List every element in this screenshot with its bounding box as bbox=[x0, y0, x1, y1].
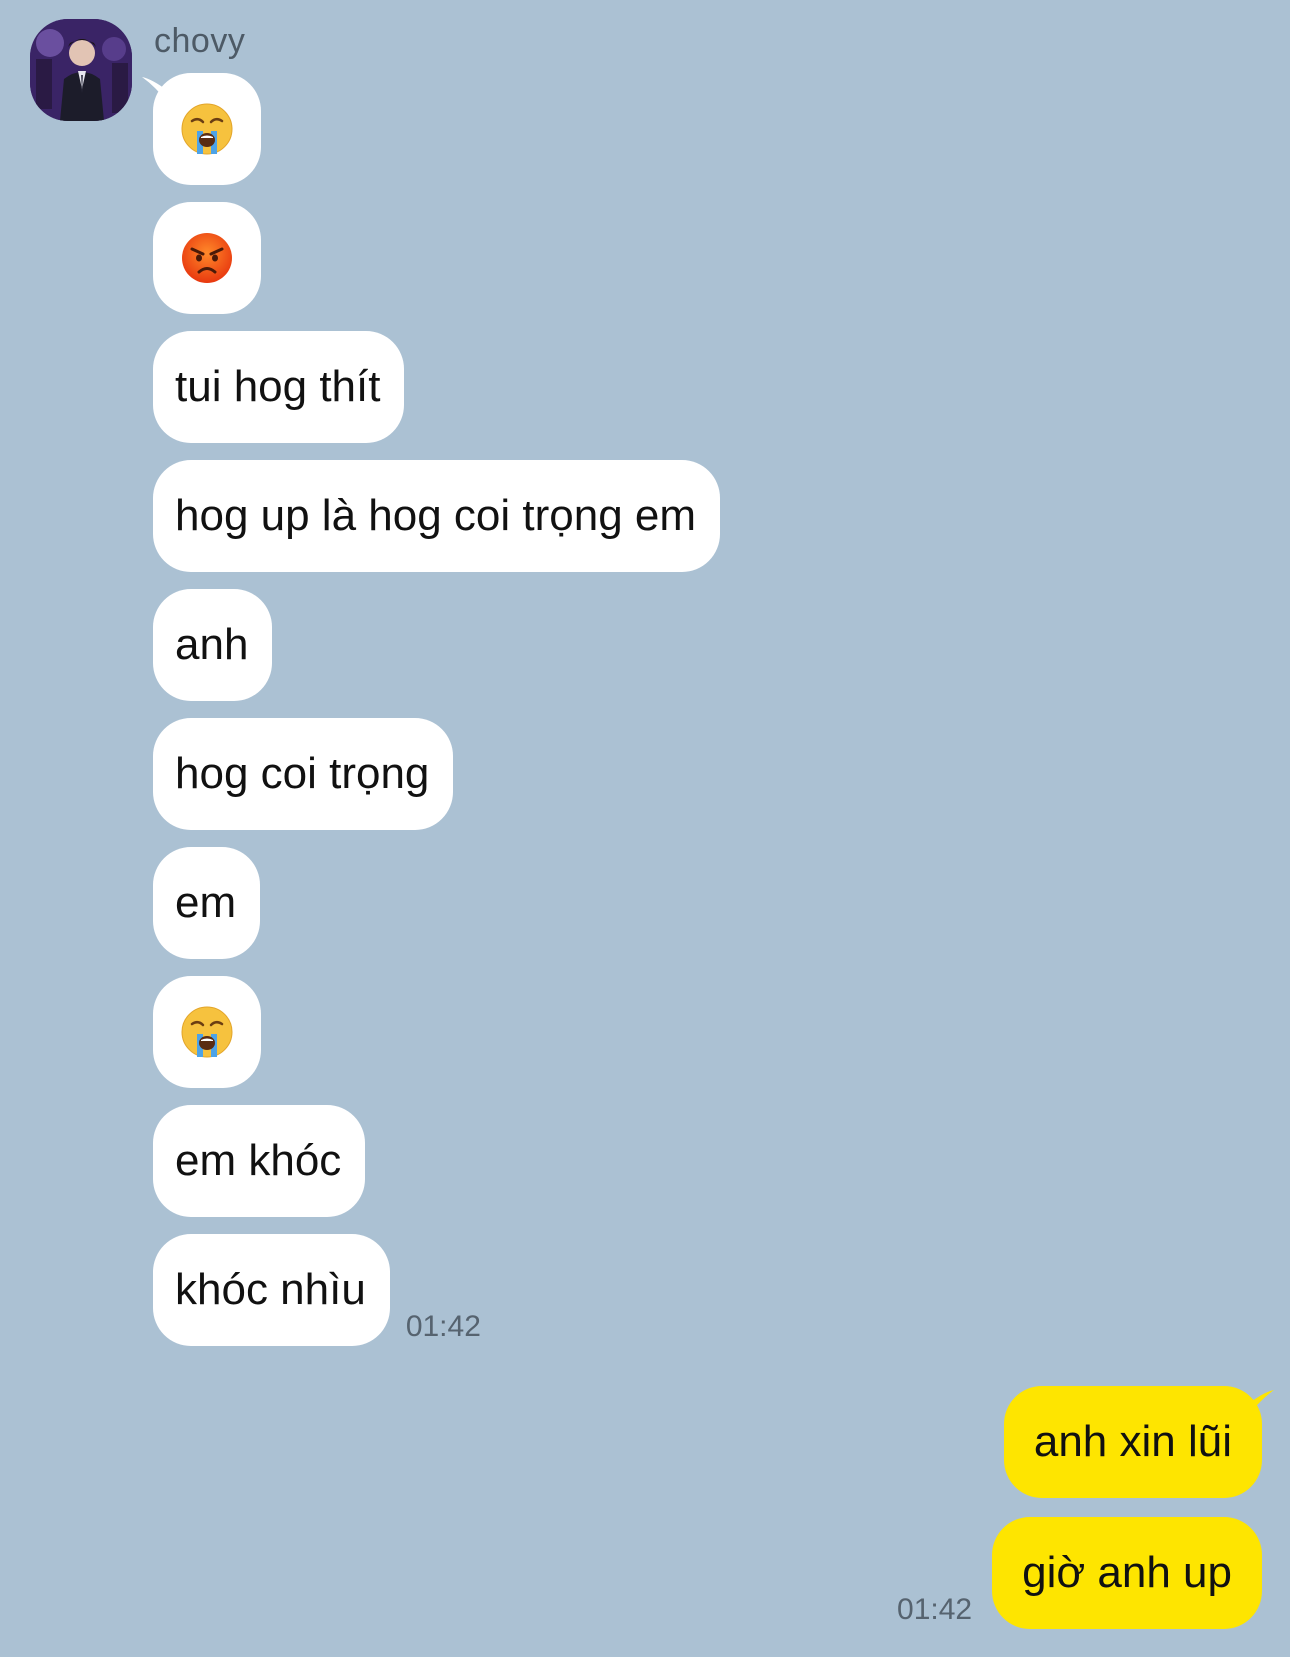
message-timestamp: 01:42 bbox=[405, 1310, 481, 1343]
loudly-crying-face-icon bbox=[180, 102, 234, 156]
message-text: hog coi trọng bbox=[175, 749, 430, 798]
message-timestamp: 01:42 bbox=[897, 1593, 973, 1626]
message-row: tui hog thít bbox=[153, 331, 720, 443]
message-row: hog coi trọng bbox=[153, 718, 720, 830]
message-text: anh xin lũi bbox=[1033, 1417, 1232, 1466]
message-text: giờ anh up bbox=[1022, 1548, 1232, 1597]
message-row: anh bbox=[153, 589, 720, 701]
message-row: hog up là hog coi trọng em bbox=[153, 460, 721, 572]
message-row: anh xin lũi bbox=[1003, 1386, 1274, 1498]
profile-photo-avatar bbox=[30, 19, 132, 121]
message-row bbox=[153, 202, 720, 314]
message-row bbox=[153, 976, 720, 1088]
message-text: hog up là hog coi trọng em bbox=[175, 491, 697, 540]
message-row: em bbox=[153, 847, 720, 959]
message-text: em bbox=[175, 878, 237, 927]
pouting-face-icon bbox=[180, 231, 234, 285]
message-bubble-emoji[interactable] bbox=[153, 976, 261, 1088]
bubble-tail bbox=[1248, 1390, 1274, 1416]
message-row: em khóc bbox=[153, 1105, 720, 1217]
message-text: khóc nhìu bbox=[175, 1265, 366, 1314]
message-text: anh bbox=[175, 620, 249, 669]
sender-name: chovy bbox=[154, 22, 246, 60]
message-bubble[interactable]: em khóc bbox=[153, 1105, 366, 1217]
message-bubble[interactable]: hog coi trọng bbox=[153, 718, 454, 830]
outgoing-messages: anh xin lũi 01:42 giờ anh up bbox=[897, 1386, 1274, 1648]
avatar[interactable] bbox=[30, 19, 132, 121]
incoming-messages: tui hog thít hog up là hog coi trọng em … bbox=[142, 73, 721, 1363]
message-bubble[interactable]: hog up là hog coi trọng em bbox=[153, 460, 721, 572]
loudly-crying-face-icon bbox=[180, 1005, 234, 1059]
message-bubble-emoji[interactable] bbox=[153, 202, 261, 314]
message-row: 01:42 giờ anh up bbox=[897, 1517, 1262, 1629]
message-row: khóc nhìu 01:42 bbox=[153, 1234, 720, 1346]
message-bubble-outgoing[interactable]: giờ anh up bbox=[992, 1517, 1262, 1629]
message-bubble[interactable]: khóc nhìu bbox=[153, 1234, 390, 1346]
bubble-tail bbox=[142, 77, 168, 103]
message-bubble-emoji[interactable] bbox=[142, 73, 261, 185]
message-text: em khóc bbox=[175, 1136, 342, 1185]
message-bubble[interactable]: tui hog thít bbox=[153, 331, 405, 443]
message-row bbox=[142, 73, 720, 185]
message-bubble[interactable]: anh bbox=[153, 589, 273, 701]
message-text: tui hog thít bbox=[175, 362, 381, 411]
message-bubble[interactable]: em bbox=[153, 847, 261, 959]
message-bubble-outgoing[interactable]: anh xin lũi bbox=[1003, 1386, 1274, 1498]
